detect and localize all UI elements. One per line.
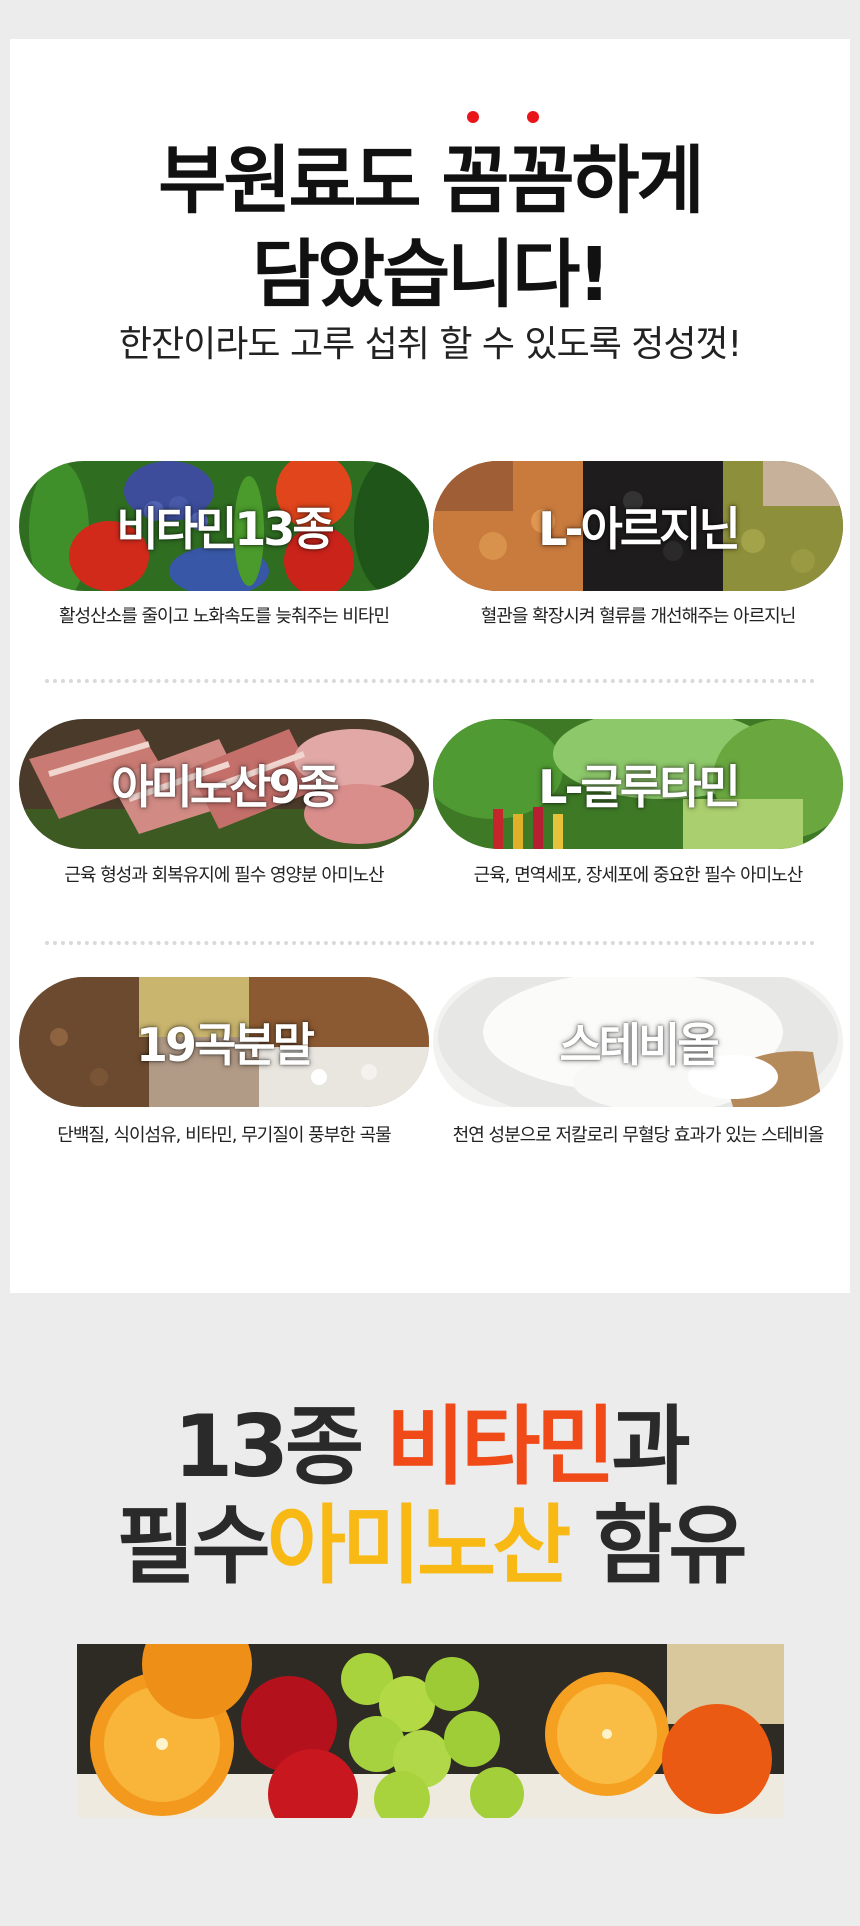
page-title-line1: 부원료도 꼼꼼하게	[158, 138, 704, 224]
headline-vitamin: 비타민	[386, 1397, 615, 1497]
ingredient-label: L-글루타민	[538, 760, 741, 814]
headline-essential: 필수	[116, 1496, 271, 1596]
emphasis-dot	[467, 111, 479, 123]
emphasis-dot	[527, 111, 539, 123]
ingredient-pill-vitamin: 비타민13종	[19, 461, 429, 591]
ingredient-caption: 혈관을 확장시켜 혈류를 개선해주는 아르지닌	[480, 606, 797, 627]
dotted-divider	[45, 679, 815, 683]
ingredient-label: L-아르지닌	[538, 502, 741, 556]
dotted-divider	[45, 941, 815, 945]
ingredient-pill-stevia: 스테비올	[433, 977, 843, 1107]
ingredient-caption: 근육 형성과 회복유지에 필수 영양분 아미노산	[64, 865, 384, 886]
fruits-illustration	[77, 1644, 784, 1818]
page-title-line2: 담았습니다!	[251, 232, 611, 318]
ingredient-pill-grains: 19곡분말	[19, 977, 429, 1107]
ingredients-card: 부원료도 꼼꼼하게 담았습니다! 한잔이라도 고루 섭취 할 수 있도록 정성껏…	[10, 39, 850, 1293]
ingredient-caption: 근육, 면역세포, 장세포에 중요한 필수 아미노산	[473, 865, 804, 886]
ingredient-pill-arginine: L-아르지닌	[433, 461, 843, 591]
page-subtitle: 한잔이라도 고루 섭취 할 수 있도록 정성껏!	[118, 324, 742, 365]
fruits-photo	[77, 1644, 784, 1818]
ingredient-caption: 천연 성분으로 저칼로리 무혈당 효과가 있는 스테비올	[452, 1125, 825, 1146]
ingredient-caption: 활성산소를 줄이고 노화속도를 늦춰주는 비타민	[58, 606, 390, 627]
ingredient-label: 19곡분말	[136, 1018, 315, 1072]
headline-particle: 과	[611, 1397, 691, 1497]
ingredient-label: 스테비올	[559, 1018, 719, 1072]
ingredient-label: 아미노산9종	[111, 760, 340, 814]
headline-amino: 아미노산	[266, 1496, 571, 1596]
headline-count: 13종	[173, 1397, 387, 1497]
headline-line2: 필수아미노산 함유	[0, 1494, 860, 1598]
ingredient-pill-amino: 아미노산9종	[19, 719, 429, 849]
ingredient-label: 비타민13종	[116, 502, 334, 556]
ingredient-pill-glutamine: L-글루타민	[433, 719, 843, 849]
ingredient-caption: 단백질, 식이섬유, 비타민, 무기질이 풍부한 곡물	[57, 1125, 391, 1146]
headline-line1: 13종 비타민과	[0, 1395, 860, 1499]
headline-contains: 함유	[567, 1496, 747, 1596]
